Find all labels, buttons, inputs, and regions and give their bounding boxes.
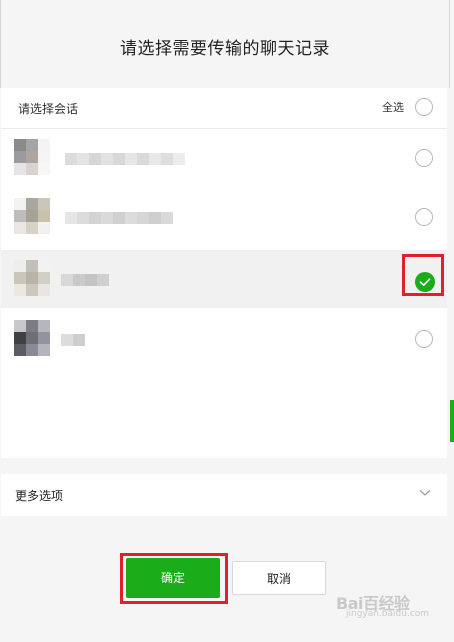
cancel-button[interactable]: 取消 xyxy=(232,561,326,595)
highlight-box-confirm xyxy=(120,553,228,604)
chat-row[interactable] xyxy=(1,188,447,246)
blurred-contact-name xyxy=(65,212,173,224)
watermark-sub-text: jingyan.baidu.com xyxy=(346,609,430,619)
avatar xyxy=(14,198,50,234)
row-checkbox[interactable] xyxy=(415,208,433,226)
row-checkbox[interactable] xyxy=(415,330,433,348)
list-header: 请选择会话 全选 xyxy=(1,88,447,129)
blurred-contact-name xyxy=(61,334,85,346)
chat-row-selected[interactable] xyxy=(1,250,447,308)
avatar xyxy=(14,320,50,356)
avatar xyxy=(14,260,50,296)
more-options-row[interactable]: 更多选项 xyxy=(1,474,447,516)
highlight-box-checkbox xyxy=(402,254,444,296)
select-all-label[interactable]: 全选 xyxy=(382,99,404,115)
chat-row[interactable] xyxy=(1,310,447,368)
row-checkbox[interactable] xyxy=(415,149,433,167)
blurred-contact-name xyxy=(61,274,109,286)
blurred-contact-name xyxy=(65,153,185,165)
transfer-chat-dialog: 请选择需要传输的聊天记录 请选择会话 全选 更多选项 确定 取消 Bai百经验 … xyxy=(0,0,454,642)
chat-list-panel: 请选择会话 全选 xyxy=(1,88,447,458)
select-all-checkbox[interactable] xyxy=(415,98,433,116)
dialog-title: 请选择需要传输的聊天记录 xyxy=(120,39,330,59)
baidu-jingyan-watermark: Bai百经验 jingyan.baidu.com xyxy=(336,590,446,626)
dialog-header: 请选择需要传输的聊天记录 xyxy=(0,0,450,88)
side-accent-edge xyxy=(450,400,454,442)
select-chat-label: 请选择会话 xyxy=(18,102,79,116)
avatar xyxy=(14,139,50,175)
chevron-down-icon[interactable] xyxy=(419,489,431,497)
chat-row[interactable] xyxy=(1,129,447,187)
more-options-label: 更多选项 xyxy=(15,489,64,503)
